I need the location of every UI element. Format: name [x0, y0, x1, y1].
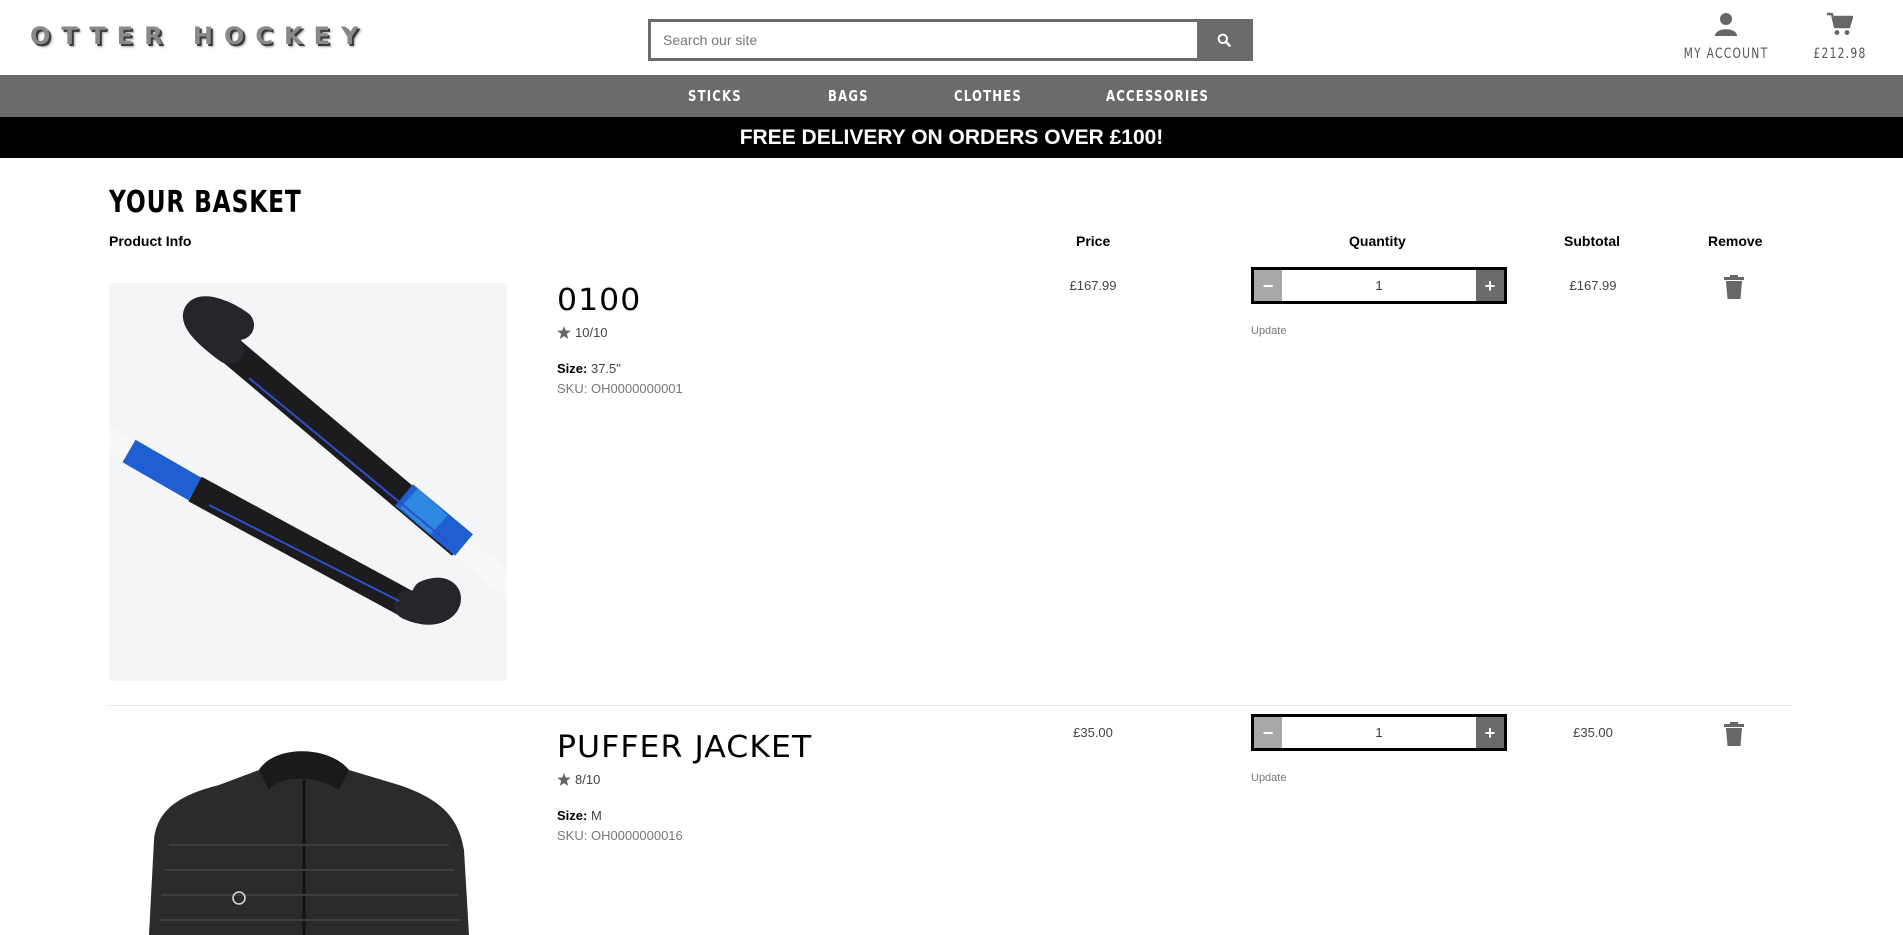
cart-icon [1827, 12, 1854, 35]
plus-icon: + [1484, 722, 1496, 743]
update-link[interactable]: Update [1251, 325, 1286, 337]
main-nav: STICKS BAGS CLOTHES ACCESSORIES [0, 75, 1903, 117]
rating-value: 10/10 [575, 325, 608, 340]
product-name[interactable]: 0100 [557, 283, 641, 318]
product-size: Size: M [557, 808, 602, 823]
search-input[interactable] [651, 22, 1197, 58]
quantity-stepper: − + [1251, 267, 1507, 304]
column-header-quantity: Quantity [1349, 233, 1406, 249]
product-subtotal: £35.00 [1573, 725, 1613, 740]
increase-quantity-button[interactable]: + [1476, 717, 1504, 748]
decrease-quantity-button[interactable]: − [1254, 270, 1282, 301]
site-header: OTTER HOCKEY MY ACCOUNT £212.98 [0, 0, 1903, 75]
quantity-input[interactable] [1282, 717, 1476, 748]
basket-total: £212.98 [1813, 46, 1867, 62]
search-button[interactable] [1197, 22, 1250, 58]
quantity-input[interactable] [1282, 270, 1476, 301]
size-label: Size: [557, 361, 588, 376]
my-account-link[interactable]: MY ACCOUNT [1676, 12, 1776, 62]
search-bar [648, 19, 1253, 61]
star-icon [557, 773, 571, 786]
column-header-price: Price [1076, 233, 1111, 249]
size-value: M [590, 808, 602, 823]
size-label: Size: [557, 808, 588, 823]
rating-value: 8/10 [575, 772, 601, 787]
column-header-product-info: Product Info [109, 233, 192, 249]
decrease-quantity-button[interactable]: − [1254, 717, 1282, 748]
nav-item-accessories[interactable]: ACCESSORIES [1106, 75, 1209, 117]
free-delivery-banner: FREE DELIVERY ON ORDERS OVER £100! [0, 117, 1903, 158]
product-sku: SKU: OH0000000001 [557, 381, 683, 396]
product-image-puffer-jacket[interactable] [109, 730, 507, 935]
product-name[interactable]: PUFFER JACKET [557, 730, 812, 765]
remove-item-button[interactable] [1724, 722, 1744, 746]
product-sku: SKU: OH0000000016 [557, 828, 683, 843]
search-icon [1217, 33, 1231, 47]
product-image-hockey-stick[interactable] [109, 283, 507, 681]
trash-icon [1724, 722, 1744, 746]
plus-icon: + [1484, 275, 1496, 296]
minus-icon: − [1262, 722, 1274, 743]
product-subtotal: £167.99 [1569, 278, 1617, 293]
nav-item-clothes[interactable]: CLOTHES [954, 75, 1022, 117]
row-divider [109, 705, 1792, 706]
size-value: 37.5" [590, 361, 621, 376]
minus-icon: − [1262, 275, 1274, 296]
user-icon [1715, 13, 1737, 36]
site-logo[interactable]: OTTER HOCKEY [30, 22, 369, 50]
product-price: £35.00 [1073, 725, 1113, 740]
nav-item-sticks[interactable]: STICKS [688, 75, 742, 117]
column-header-remove: Remove [1708, 233, 1763, 249]
nav-item-bags[interactable]: BAGS [828, 75, 869, 117]
basket-link[interactable]: £212.98 [1800, 12, 1880, 62]
quantity-stepper: − + [1251, 714, 1507, 751]
puffer-jacket-illustration [149, 751, 469, 935]
trash-icon [1724, 275, 1744, 299]
page-title: YOUR BASKET [109, 185, 302, 220]
star-icon [557, 326, 571, 339]
update-link[interactable]: Update [1251, 772, 1286, 784]
product-rating: 8/10 [557, 772, 600, 787]
my-account-label: MY ACCOUNT [1683, 46, 1769, 62]
remove-item-button[interactable] [1724, 275, 1744, 299]
column-header-subtotal: Subtotal [1564, 233, 1620, 249]
increase-quantity-button[interactable]: + [1476, 270, 1504, 301]
product-rating: 10/10 [557, 325, 608, 340]
product-size: Size: 37.5" [557, 361, 621, 376]
product-price: £167.99 [1069, 278, 1117, 293]
hockey-stick-illustration [109, 296, 507, 625]
